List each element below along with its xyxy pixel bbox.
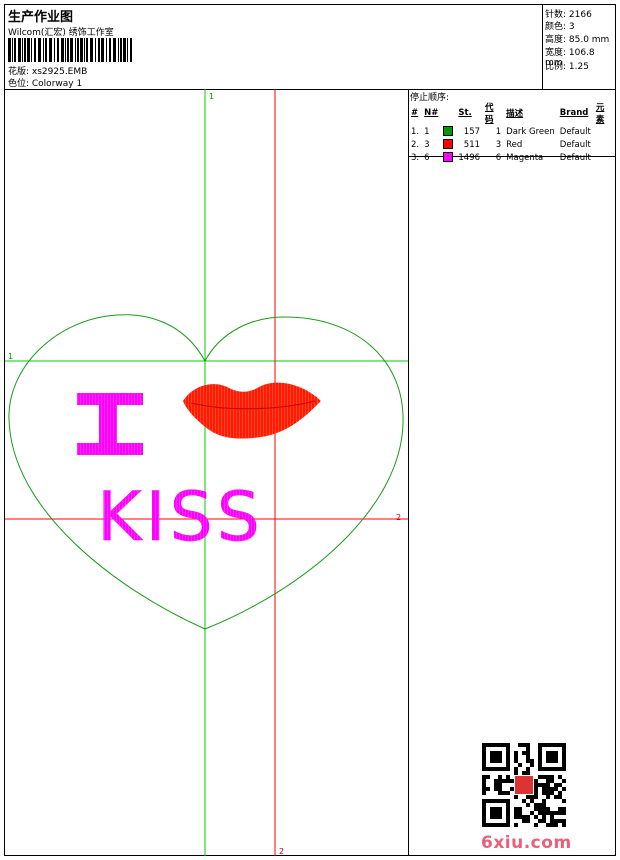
color-swatch	[443, 126, 454, 137]
row-index: 3.	[411, 152, 420, 163]
col-swatch	[441, 101, 456, 125]
row-swatch	[441, 125, 456, 138]
row-element	[594, 151, 615, 164]
letter-i	[77, 393, 143, 455]
col-stitches: St.	[458, 108, 472, 118]
row-brand: Default	[559, 139, 591, 150]
design-stats: 针数: 2166 颜色: 3 高度: 85.0 mm 宽度: 106.8 mm …	[542, 5, 615, 90]
design-scale: 比例: 1.25	[545, 62, 589, 72]
col-index: #	[411, 108, 419, 118]
row-code: 1	[495, 126, 502, 137]
row-brand: Default	[559, 126, 591, 137]
guide-label-right: 2	[396, 513, 401, 522]
row-stitches: 511	[463, 139, 481, 150]
row-element	[594, 125, 615, 138]
row-element	[594, 138, 615, 151]
table-row: 2. 3 511 3 Red Default	[409, 138, 615, 151]
color-swatch	[443, 139, 454, 150]
row-brand: Default	[559, 152, 591, 163]
guide-label-bottom: 2	[279, 847, 284, 856]
col-description: 描述	[506, 109, 524, 119]
row-code: 6	[495, 152, 502, 163]
row-index: 2.	[411, 139, 420, 150]
studio-name: Wilcom(汇宏) 绣饰工作室	[8, 28, 114, 38]
table-row: 1. 1 157 1 Dark Green Default	[409, 125, 615, 138]
header-info: 生产作业图 Wilcom(汇宏) 绣饰工作室 花版: xs2925.EMB 色位…	[5, 5, 543, 90]
barcode	[8, 38, 132, 62]
guide-label-top: 1	[209, 92, 214, 101]
guide-label-left: 1	[8, 352, 13, 361]
page-title: 生产作业图	[8, 10, 74, 25]
row-index: 1.	[411, 126, 420, 137]
site-watermark: 6xiu.com	[481, 833, 572, 853]
row-needle: 6	[424, 152, 430, 163]
color-count: 颜色: 3	[545, 22, 575, 32]
colorway: 色位: Colorway 1	[8, 79, 83, 89]
lips-embroidery	[183, 382, 321, 439]
col-code: 代码	[485, 103, 494, 125]
worksheet-frame: 生产作业图 Wilcom(汇宏) 绣饰工作室 花版: xs2925.EMB 色位…	[4, 4, 616, 856]
qr-code	[482, 743, 566, 827]
design-height: 高度: 85.0 mm	[545, 35, 610, 45]
col-element: 元素	[595, 103, 605, 125]
row-description: Red	[506, 139, 523, 150]
color-swatch	[443, 152, 454, 163]
table-row: 3. 6 1496 6 Magenta Default	[409, 151, 615, 164]
row-stitches: 1496	[458, 152, 481, 163]
row-swatch	[441, 151, 456, 164]
col-brand: Brand	[559, 108, 589, 118]
stop-sequence-table: # N# St. 代码 描述 Brand 元素 1. 1 157 1 Dark Gree…	[409, 101, 615, 164]
heart-outline	[8, 314, 404, 630]
row-swatch	[441, 138, 456, 151]
design-canvas: 1 1 2 2 KISS	[5, 89, 409, 856]
row-description: Magenta	[506, 152, 544, 163]
word-kiss: KISS	[97, 478, 264, 557]
row-needle: 1	[424, 126, 430, 137]
stop-sequence-panel: 停止顺序: # N# St. 代码 描述 Brand 元素 1. 1 157 1 Dar…	[408, 89, 615, 163]
col-needle: N#	[424, 108, 439, 118]
design-preview: 1 1 2 2 KISS	[5, 89, 408, 856]
row-code: 3	[495, 139, 502, 150]
table-header-row: # N# St. 代码 描述 Brand 元素	[409, 101, 615, 125]
row-description: Dark Green	[506, 126, 555, 137]
seal-stamp	[515, 776, 533, 794]
row-needle: 3	[424, 139, 430, 150]
row-stitches: 157	[463, 126, 481, 137]
